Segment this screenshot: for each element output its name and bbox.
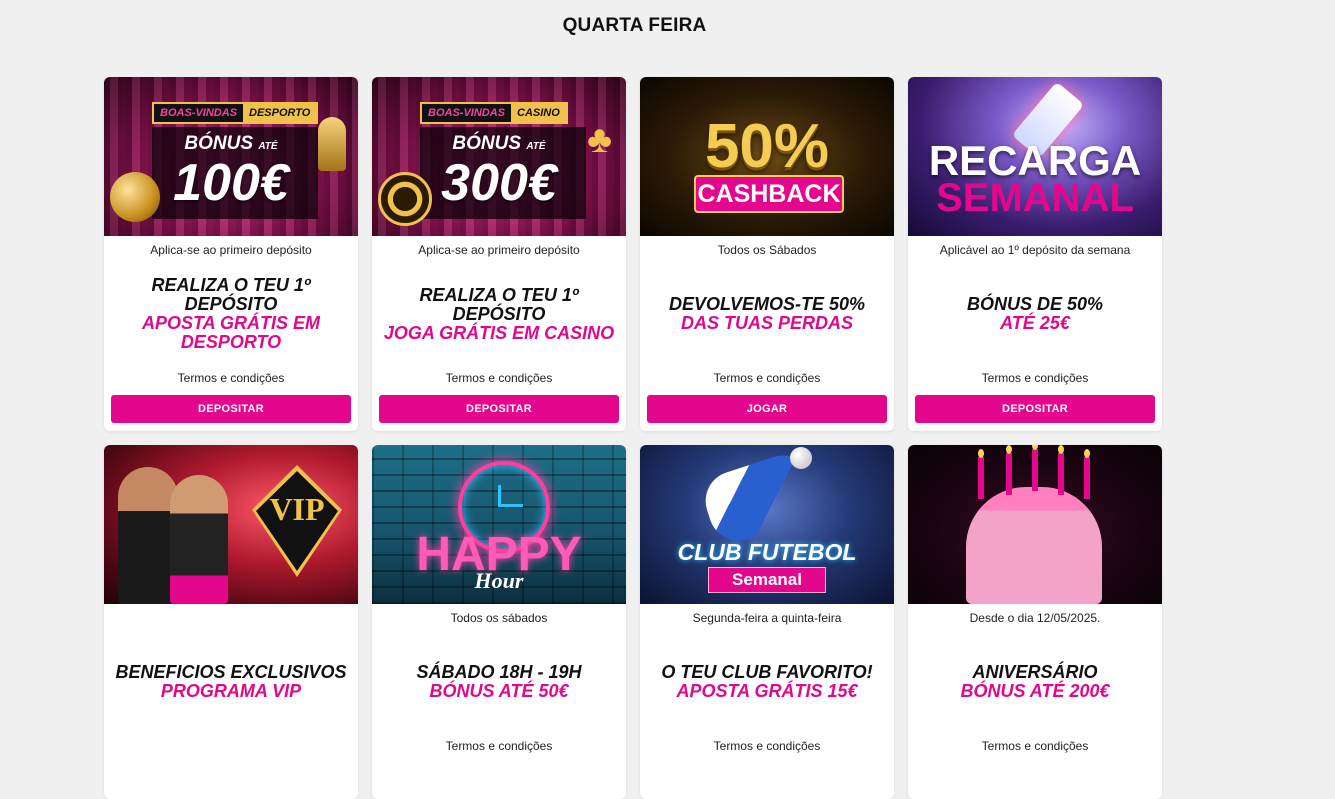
candle-icon (1058, 453, 1064, 495)
offer-line-1: BENEFICIOS EXCLUSIVOS (115, 662, 347, 682)
deposit-button[interactable]: DEPOSITAR (111, 395, 351, 423)
offer-line-1: O TEU CLUB FAVORITO! (661, 662, 873, 682)
terms-link[interactable]: Termos e condições (372, 739, 626, 753)
bonus-ate: ATÉ (526, 141, 546, 152)
promo-availability: Aplica-se ao primeiro depósito (150, 243, 312, 257)
banner-title-bottom: Semanal (708, 567, 826, 593)
promotions-grid: BOAS-VINDAS DESPORTO BÓNUS ATÉ 100€ Apli… (104, 77, 1162, 799)
promo-card-weekly-reload[interactable]: RECARGA SEMANAL Aplicável ao 1º depósito… (908, 77, 1162, 431)
promo-banner-weekly-reload[interactable]: RECARGA SEMANAL (908, 77, 1162, 236)
candle-icon (1032, 449, 1038, 491)
promo-offer: REALIZA O TEU 1º DEPÓSITO JOGA GRÁTIS EM… (380, 284, 618, 344)
promo-card-vip[interactable]: VIP BENEFICIOS EXCLUSIVOS PROGRAMA VIP (104, 445, 358, 799)
trophy-icon (318, 117, 346, 171)
offer-line-1: REALIZA O TEU 1º DEPÓSITO (419, 284, 579, 324)
promo-availability: Aplicável ao 1º depósito da semana (939, 243, 1131, 257)
promo-banner-vip[interactable]: VIP (104, 445, 358, 604)
promo-availability: Aplica-se ao primeiro depósito (418, 243, 580, 257)
promo-card-football-club[interactable]: CLUB FUTEBOL Semanal Segunda-feira a qui… (640, 445, 894, 799)
terms-link[interactable]: Termos e condições (908, 371, 1162, 385)
clock-hand-minute (499, 504, 523, 507)
offer-line-2: BÓNUS ATÉ 200€ (960, 681, 1110, 701)
promo-offer: SÁBADO 18H - 19H BÓNUS ATÉ 50€ (380, 652, 618, 712)
host-photo-male (118, 467, 178, 604)
cashback-ribbon: CASHBACK (694, 175, 844, 213)
promo-banner-casino-welcome[interactable]: BOAS-VINDAS CASINO BÓNUS ATÉ 300€ ♣ (372, 77, 626, 236)
vip-emblem-text: VIP (269, 491, 325, 527)
birthday-cake-image (966, 487, 1102, 604)
deposit-button[interactable]: DEPOSITAR (379, 395, 619, 423)
badge-left-label: BOAS-VINDAS (154, 104, 244, 122)
offer-line-2: PROGRAMA VIP (160, 681, 302, 701)
candle-icon (978, 457, 984, 499)
offer-line-1: BÓNUS DE 50% (966, 294, 1104, 314)
banner-title-top: CLUB FUTEBOL (677, 539, 857, 565)
promo-offer: DEVOLVEMOS-TE 50% DAS TUAS PERDAS (648, 284, 886, 344)
terms-link[interactable]: Termos e condições (372, 371, 626, 385)
bonus-ate: ATÉ (258, 141, 278, 152)
promo-banner-football-club[interactable]: CLUB FUTEBOL Semanal (640, 445, 894, 604)
play-button[interactable]: JOGAR (647, 395, 887, 423)
offer-line-1: SÁBADO 18H - 19H (416, 662, 582, 682)
offer-line-2: BÓNUS ATÉ 50€ (429, 681, 569, 701)
terms-link[interactable]: Termos e condições (640, 371, 894, 385)
terms-link[interactable]: Termos e condições (640, 739, 894, 753)
promo-availability: Todos os sábados (450, 611, 548, 625)
promo-offer: O TEU CLUB FAVORITO! APOSTA GRÁTIS 15€ (648, 652, 886, 712)
cashback-percent: 50% (704, 112, 830, 181)
bonus-word: BÓNUS (184, 133, 254, 154)
promo-availability: Desde o dia 12/05/2025. (969, 611, 1101, 625)
bonus-word: BÓNUS (452, 133, 522, 154)
offer-line-1: DEVOLVEMOS-TE 50% (668, 294, 866, 314)
promo-offer: REALIZA O TEU 1º DEPÓSITO APOSTA GRÁTIS … (112, 276, 350, 352)
banner-title-bottom: SEMANAL (936, 176, 1134, 220)
promo-banner-happy-hour[interactable]: HAPPY Hour (372, 445, 626, 604)
badge-right-label: DESPORTO (243, 104, 317, 122)
terms-link[interactable]: Termos e condições (104, 371, 358, 385)
flame-icon (978, 449, 984, 458)
football-icon (110, 172, 160, 222)
promo-card-cashback[interactable]: 50% CASHBACK Todos os Sábados DEVOLVEMOS… (640, 77, 894, 431)
promo-card-anniversary[interactable]: Desde o dia 12/05/2025. ANIVERSÁRIO BÓNU… (908, 445, 1162, 799)
offer-line-2: ATÉ 25€ (1000, 313, 1070, 333)
promo-banner-sports-welcome[interactable]: BOAS-VINDAS DESPORTO BÓNUS ATÉ 100€ (104, 77, 358, 236)
offer-line-2: APOSTA GRÁTIS 15€ (676, 681, 858, 701)
offer-line-1: REALIZA O TEU 1º DEPÓSITO (151, 275, 311, 314)
deposit-button[interactable]: DEPOSITAR (915, 395, 1155, 423)
promo-banner-anniversary[interactable] (908, 445, 1162, 604)
promo-card-casino-welcome[interactable]: BOAS-VINDAS CASINO BÓNUS ATÉ 300€ ♣ Apli… (372, 77, 626, 431)
flame-icon (1058, 445, 1064, 454)
promo-card-sports-welcome[interactable]: BOAS-VINDAS DESPORTO BÓNUS ATÉ 100€ Apli… (104, 77, 358, 431)
promo-card-happy-hour[interactable]: HAPPY Hour Todos os sábados SÁBADO 18H -… (372, 445, 626, 799)
offer-line-2: JOGA GRÁTIS EM CASINO (383, 322, 615, 343)
welcome-badge: BOAS-VINDAS CASINO (420, 102, 568, 124)
promo-availability: Todos os Sábados (717, 243, 817, 257)
football-icon (790, 447, 812, 469)
offer-line-2: APOSTA GRÁTIS EM DESPORTO (141, 313, 320, 352)
host-photo-female (170, 475, 228, 604)
banner-title-bottom: Hour (474, 568, 524, 593)
candle-icon (1006, 453, 1012, 495)
candle-icon (1084, 457, 1090, 499)
promo-offer: BÓNUS DE 50% ATÉ 25€ (916, 284, 1154, 344)
promo-availability: Segunda-feira a quinta-feira (692, 611, 842, 625)
terms-link[interactable]: Termos e condições (908, 739, 1162, 753)
welcome-badge: BOAS-VINDAS DESPORTO (152, 102, 319, 124)
club-suit-icon: ♣ (587, 119, 612, 161)
badge-right-label: CASINO (511, 104, 566, 122)
offer-line-2: DAS TUAS PERDAS (680, 313, 854, 333)
offer-line-1: ANIVERSÁRIO (972, 662, 1098, 682)
flame-icon (1006, 445, 1012, 454)
page-title: QUARTA FEIRA (562, 15, 707, 36)
casino-chip-icon (378, 172, 432, 226)
promo-offer: BENEFICIOS EXCLUSIVOS PROGRAMA VIP (112, 652, 350, 712)
flame-icon (1084, 449, 1090, 458)
badge-left-label: BOAS-VINDAS (422, 104, 512, 122)
promo-banner-cashback[interactable]: 50% CASHBACK (640, 77, 894, 236)
promo-offer: ANIVERSÁRIO BÓNUS ATÉ 200€ (916, 652, 1154, 712)
